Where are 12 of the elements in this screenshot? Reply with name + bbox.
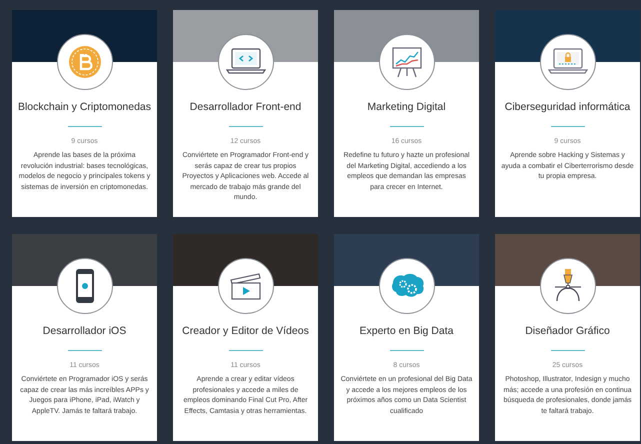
bitcoin-icon <box>68 45 102 79</box>
course-title: Desarrollador iOS <box>42 324 126 339</box>
course-title: Blockchain y Criptomonedas <box>18 100 152 115</box>
clapperboard-icon <box>228 271 264 301</box>
course-title: Creador y Editor de Vídeos <box>182 324 309 339</box>
course-title: Desarrollador Front-end <box>190 100 302 115</box>
course-title: Ciberseguridad informática <box>504 100 630 115</box>
course-title: Marketing Digital <box>367 100 446 115</box>
smartphone-icon <box>74 268 94 304</box>
course-title: Experto en Big Data <box>360 324 454 339</box>
chart-easel-icon <box>390 45 424 79</box>
course-title: Diseñador Gráfico <box>525 324 610 339</box>
